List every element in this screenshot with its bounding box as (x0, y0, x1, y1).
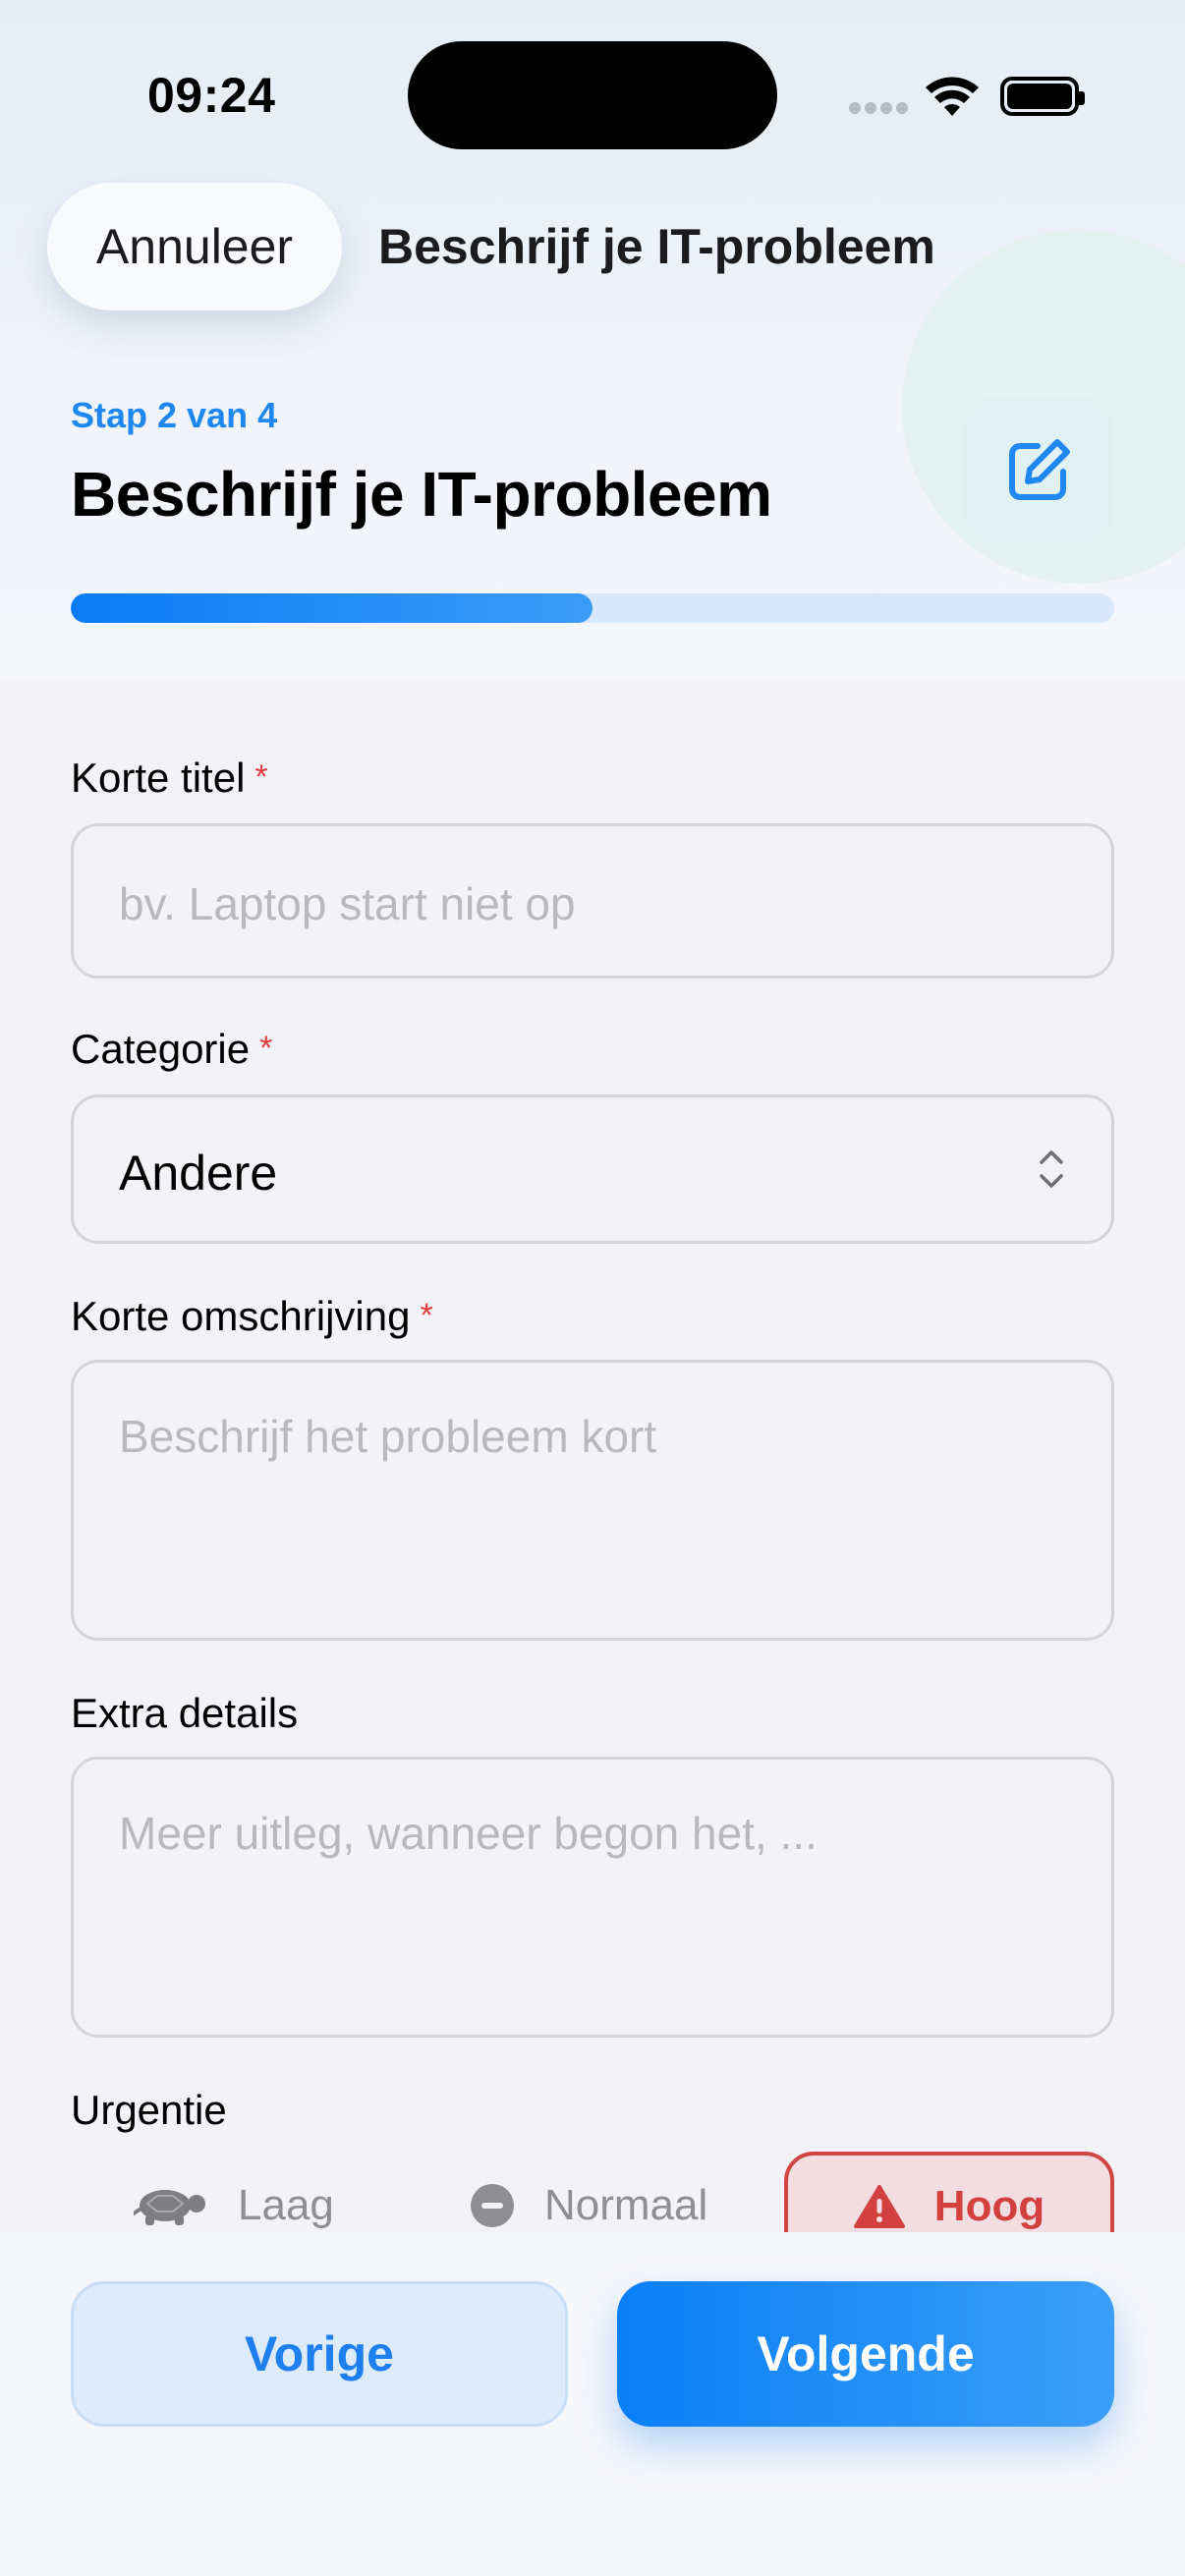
description-textarea[interactable]: Beschrijf het probleem kort (71, 1360, 1114, 1641)
edit-badge (965, 397, 1112, 544)
category-selected-value: Andere (119, 1146, 278, 1201)
screen: 09:24 Annuleer Beschrijf je IT-probleem … (0, 0, 1185, 2576)
urgency-high-label: Hoog (933, 2182, 1045, 2230)
step-indicator: Stap 2 van 4 (71, 395, 278, 435)
tortoise-icon (134, 2190, 205, 2225)
details-field-label: Extra details (71, 1690, 299, 1736)
urgency-normal-label: Normaal (544, 2181, 708, 2229)
nav-title: Beschrijf je IT-probleem (378, 219, 935, 274)
page-title: Beschrijf je IT-probleem (71, 459, 772, 530)
urgency-low-label: Laag (238, 2181, 334, 2229)
title-input-placeholder: bv. Laptop start niet op (119, 878, 576, 929)
description-field-label: Korte omschrijving * (71, 1293, 433, 1339)
chevron-up-down-icon (1040, 1150, 1063, 1188)
title-input[interactable]: bv. Laptop start niet op (71, 823, 1114, 979)
next-button[interactable]: Volgende (617, 2281, 1114, 2427)
category-select[interactable]: Andere (71, 1094, 1114, 1244)
progress-bar (71, 593, 1114, 623)
details-textarea[interactable]: Meer uitleg, wanneer begon het, ... (71, 1757, 1114, 2038)
square-and-pencil-icon (1009, 439, 1070, 500)
urgency-label: Urgentie (71, 2087, 227, 2133)
battery-icon (1000, 77, 1085, 116)
warning-triangle-icon (853, 2185, 905, 2228)
cellular-signal-icon (849, 102, 908, 114)
description-placeholder: Beschrijf het probleem kort (119, 1411, 657, 1462)
status-time: 09:24 (147, 68, 276, 123)
dynamic-island (408, 41, 777, 149)
previous-button[interactable]: Vorige (71, 2281, 568, 2427)
cancel-button[interactable]: Annuleer (47, 183, 342, 310)
minus-circle-icon (471, 2184, 514, 2227)
progress-fill (71, 593, 592, 623)
category-field-label: Categorie * (71, 1026, 273, 1072)
details-placeholder: Meer uitleg, wanneer begon het, ... (119, 1808, 818, 1859)
title-field-label: Korte titel * (71, 755, 268, 801)
wifi-icon (926, 77, 979, 116)
